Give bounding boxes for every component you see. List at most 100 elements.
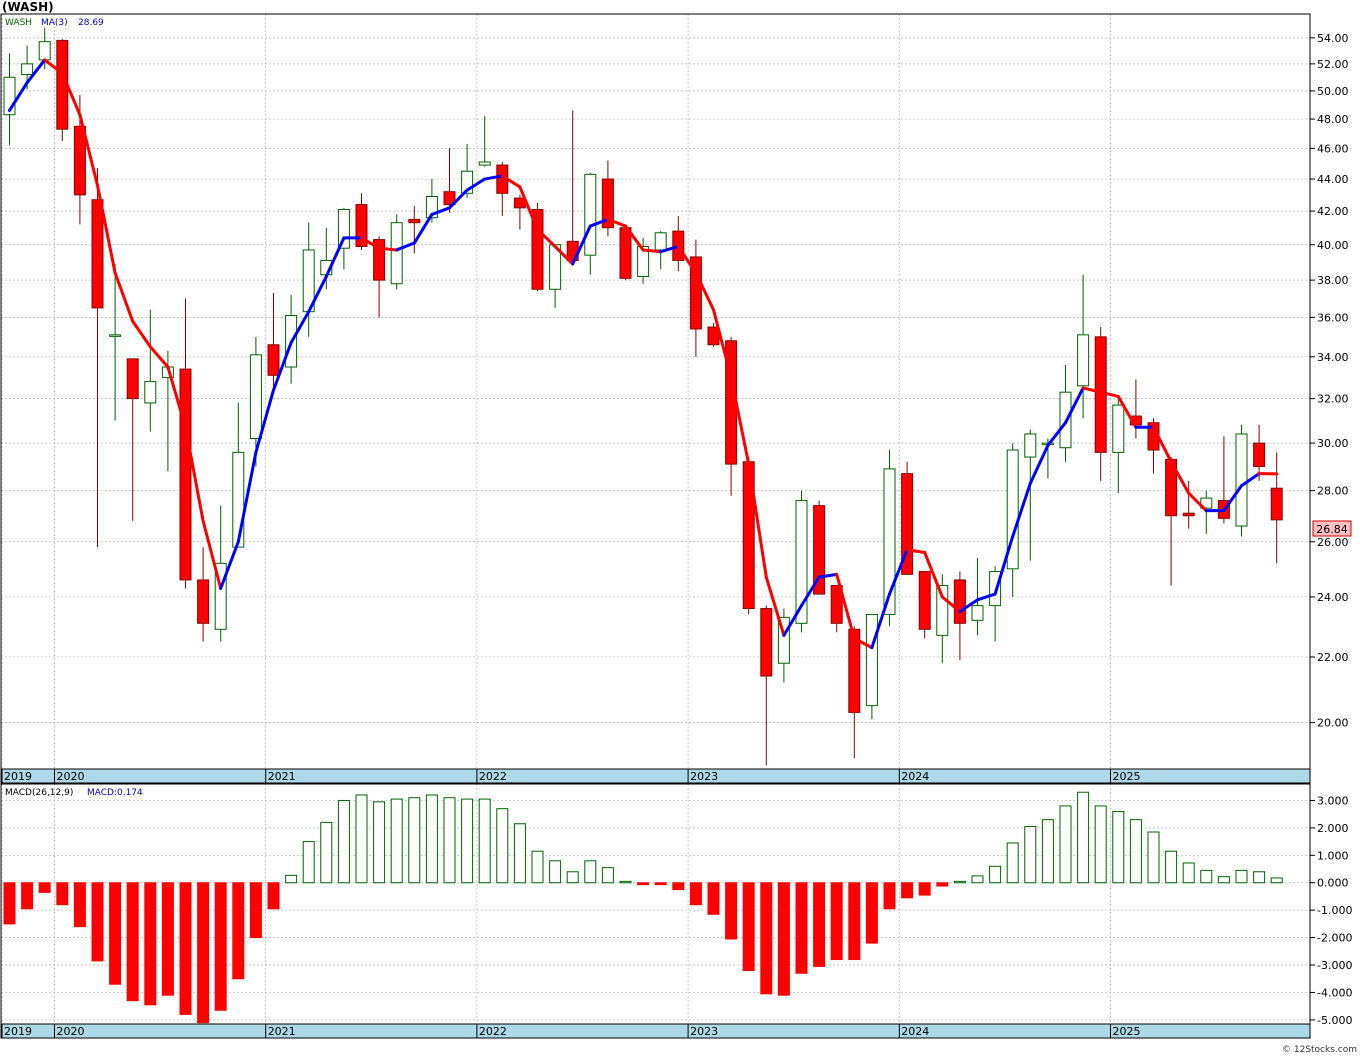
- macd-y-axis: -5.000 -4.000 -3.000 -2.000 -1.000 0.000 1.000…: [1310, 794, 1352, 1027]
- candle-down: [56, 39, 69, 141]
- macd-bar: [161, 882, 174, 996]
- x-axis-year-label: 2019: [4, 1025, 32, 1038]
- macd-y-tick-label: -1.000: [1317, 904, 1352, 917]
- macd-bar: [3, 882, 16, 925]
- price-y-tick-label: 44.00: [1317, 173, 1349, 186]
- candle-body: [1235, 433, 1248, 527]
- stock-chart: 20.00 22.00 24.00 26.00 28.00 30.00 32.00 34.00…: [0, 0, 1360, 1056]
- candle-body: [408, 218, 421, 224]
- macd-bar: [478, 798, 491, 884]
- candle-body: [1024, 433, 1037, 458]
- price-y-tick-label: 32.00: [1317, 393, 1349, 406]
- macd-bar: [672, 882, 685, 891]
- ma-segment: [641, 248, 663, 254]
- candle-body: [1270, 487, 1283, 521]
- macd-bar: [1200, 869, 1213, 884]
- price-y-tick-label: 52.00: [1317, 58, 1349, 71]
- price-y-tick-label: 24.00: [1317, 591, 1349, 604]
- macd-bar: [865, 882, 878, 944]
- x-axis-year-label: 2020: [57, 1025, 85, 1038]
- macd-bar: [1024, 826, 1037, 884]
- macd-bar: [1006, 842, 1019, 884]
- watermark: © 12Stocks.com: [1282, 1045, 1357, 1055]
- macd-y-tick-label: -2.000: [1317, 932, 1352, 945]
- candle-body: [918, 571, 931, 630]
- macd-bar: [883, 882, 896, 910]
- macd-bar: [126, 882, 139, 1002]
- macd-bar: [654, 882, 667, 886]
- macd-bar: [936, 882, 949, 887]
- x-axis-year-label: 2019: [4, 770, 32, 783]
- macd-bar: [777, 882, 790, 996]
- macd-bar: [249, 882, 262, 939]
- price-y-tick-label: 46.00: [1317, 142, 1349, 155]
- x-axis-year-label: 2021: [268, 770, 296, 783]
- macd-y-tick-label: -4.000: [1317, 986, 1352, 999]
- macd-bar: [830, 882, 843, 961]
- macd-bar: [1129, 819, 1142, 884]
- macd-bar: [461, 798, 474, 884]
- price-y-tick-label: 54.00: [1317, 32, 1349, 45]
- macd-bar: [549, 860, 562, 884]
- macd-bar: [637, 882, 650, 886]
- chart-title: (WASH): [2, 0, 54, 14]
- macd-legend-label: MACD(26,12,9): [5, 788, 73, 798]
- price-y-tick-label: 28.00: [1317, 485, 1349, 498]
- candle-body: [38, 41, 51, 61]
- candle-body: [654, 232, 667, 251]
- macd-bar: [953, 880, 966, 884]
- macd-bar: [179, 882, 192, 1015]
- candle-down: [918, 571, 931, 639]
- macd-bar: [425, 794, 438, 884]
- price-y-tick-label: 34.00: [1317, 351, 1349, 364]
- macd-bar: [619, 880, 632, 884]
- macd-bar: [197, 882, 210, 1024]
- macd-bar: [214, 882, 227, 1011]
- macd-bar: [1270, 877, 1283, 884]
- macd-bar: [531, 850, 544, 884]
- candle-body: [953, 579, 966, 624]
- macd-bar: [1165, 850, 1178, 884]
- macd-bar: [971, 875, 984, 884]
- candle-body: [1182, 512, 1195, 517]
- macd-bar: [38, 882, 51, 893]
- price-y-tick-label: 40.00: [1317, 239, 1349, 252]
- macd-bar: [373, 801, 386, 884]
- candle-body: [478, 161, 491, 166]
- macd-bar: [707, 882, 720, 915]
- candle-up: [390, 214, 403, 290]
- macd-bar: [408, 797, 421, 884]
- macd-bar: [848, 882, 861, 961]
- price-y-tick-label: 50.00: [1317, 85, 1349, 98]
- macd-y-tick-label: 2.000: [1317, 822, 1349, 835]
- candle-body: [619, 227, 632, 279]
- macd-bar: [989, 865, 1002, 884]
- price-y-tick-label: 38.00: [1317, 274, 1349, 287]
- macd-bar: [109, 882, 122, 985]
- macd-bar: [1041, 819, 1054, 884]
- price-y-tick-label: 48.00: [1317, 113, 1349, 126]
- macd-y-tick-label: -3.000: [1317, 959, 1352, 972]
- macd-bar: [795, 882, 808, 974]
- macd-bar: [267, 882, 280, 910]
- macd-bar: [1059, 805, 1072, 884]
- candle-body: [584, 173, 597, 256]
- x-axis-year-label: 2025: [1113, 770, 1141, 783]
- price-y-tick-label: 30.00: [1317, 437, 1349, 450]
- macd-bar: [390, 798, 403, 884]
- price-y-tick-label: 36.00: [1317, 311, 1349, 324]
- macd-y-tick-label: 1.000: [1317, 849, 1349, 862]
- candle-body: [73, 125, 86, 196]
- candle-body: [249, 354, 262, 440]
- macd-bar: [813, 882, 826, 967]
- legend-ticker: WASH: [5, 18, 32, 28]
- candle-body: [267, 344, 280, 376]
- candle-body: [390, 222, 403, 285]
- macd-bar: [1235, 869, 1248, 884]
- price-y-tick-label: 26.00: [1317, 536, 1349, 549]
- macd-bar: [760, 882, 773, 995]
- x-axis-year-label: 2023: [690, 1025, 718, 1038]
- candle-up: [865, 613, 878, 720]
- candle-body: [760, 608, 773, 677]
- macd-bar: [496, 808, 509, 884]
